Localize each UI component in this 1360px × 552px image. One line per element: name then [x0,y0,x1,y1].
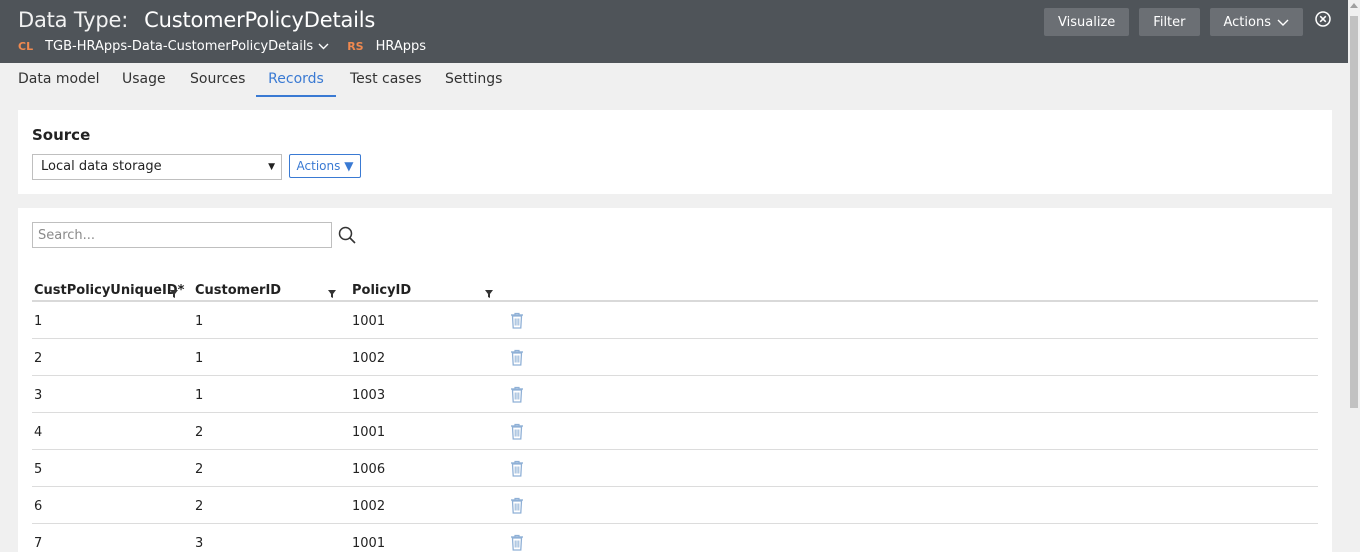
class-value: TGB-HRApps-Data-CustomerPolicyDetails [45,39,314,54]
filter-button[interactable]: Filter [1139,8,1200,36]
table-cell: 3 [195,536,204,551]
table-body: 1 1 1001 2 1 1002 3 1 1003 4 2 1001 5 2 1006 6 2 1002 7 3 10… [32,302,1318,552]
header-actions-label: Actions [1223,14,1272,30]
table-cell: 2 [34,351,43,366]
page-title: Data Type: CustomerPolicyDetails [18,8,375,32]
table-cell: 1002 [352,499,386,514]
table-row[interactable]: 4 2 1001 [32,413,1318,450]
meta-row: CL TGB-HRApps-Data-CustomerPolicyDetails… [18,39,426,54]
table-cell: 1001 [352,536,386,551]
table-cell: 1006 [352,462,386,477]
tab-settings[interactable]: Settings [445,63,502,97]
table-cell: 2 [195,462,204,477]
search-icon[interactable] [338,226,356,244]
ruleset-tag: RS [347,40,364,53]
source-title: Source [32,126,91,144]
scroll-up-icon[interactable] [1350,3,1358,8]
column-header-customerid[interactable]: CustomerID [195,283,281,298]
table-cell: 1002 [352,351,386,366]
table-cell: 1 [34,314,43,329]
table-row[interactable]: 7 3 1001 [32,524,1318,552]
table-cell: 1003 [352,388,386,403]
page-scrollbar[interactable] [1348,0,1360,552]
records-table: CustPolicyUniqueID* CustomerID PolicyID … [32,280,1318,552]
class-tag: CL [18,40,34,53]
ruleset-value[interactable]: HRApps [376,39,426,54]
filter-icon[interactable] [485,287,493,298]
visualize-button[interactable]: Visualize [1044,8,1130,36]
chevron-down-icon [318,39,329,54]
tab-sources[interactable]: Sources [190,63,245,97]
filter-icon[interactable] [170,287,178,298]
table-cell: 2 [195,499,204,514]
trash-icon[interactable] [510,534,524,551]
table-row[interactable]: 3 1 1003 [32,376,1318,413]
records-panel: CustPolicyUniqueID* CustomerID PolicyID … [18,208,1332,552]
title-name: CustomerPolicyDetails [144,8,376,32]
close-icon[interactable] [1313,9,1333,29]
table-cell: 1001 [352,425,386,440]
table-cell: 1 [195,351,204,366]
table-row[interactable]: 2 1 1002 [32,339,1318,376]
trash-icon[interactable] [510,386,524,403]
trash-icon[interactable] [510,349,524,366]
trash-icon[interactable] [510,423,524,440]
trash-icon[interactable] [510,460,524,477]
header-actions-button[interactable]: Actions [1209,8,1303,36]
table-cell: 4 [34,425,43,440]
table-cell: 1 [195,314,204,329]
search-input[interactable] [32,222,332,248]
tab-test-cases[interactable]: Test cases [350,63,422,97]
table-row[interactable]: 6 2 1002 [32,487,1318,524]
column-header-custpolicyuniqueid[interactable]: CustPolicyUniqueID* [34,283,184,298]
chevron-down-icon [1277,15,1289,30]
filter-label: Filter [1153,14,1186,30]
column-header-policyid[interactable]: PolicyID [352,283,411,298]
table-row[interactable]: 1 1 1001 [32,302,1318,339]
trash-icon[interactable] [510,497,524,514]
source-actions-button[interactable]: Actions ▼ [289,154,361,178]
tab-data-model[interactable]: Data model [18,63,99,97]
tab-records[interactable]: Records [256,63,336,97]
source-select-value: Local data storage [41,159,162,174]
scrollbar-thumb[interactable] [1350,16,1358,408]
table-header: CustPolicyUniqueID* CustomerID PolicyID [32,280,1318,302]
class-selector[interactable]: TGB-HRApps-Data-CustomerPolicyDetails [45,39,347,54]
tab-bar: Data model Usage Sources Records Test ca… [0,63,1348,97]
table-cell: 5 [34,462,43,477]
visualize-label: Visualize [1058,14,1116,30]
table-cell: 3 [34,388,43,403]
dropdown-arrow-icon: ▼ [268,162,275,172]
header-buttons: Visualize Filter Actions [1034,8,1333,36]
source-panel: Source Local data storage ▼ Actions ▼ [18,110,1332,194]
table-cell: 2 [195,425,204,440]
header-bar: Data Type: CustomerPolicyDetails CL TGB-… [0,0,1348,63]
tab-usage[interactable]: Usage [122,63,166,97]
table-row[interactable]: 5 2 1006 [32,450,1318,487]
filter-icon[interactable] [328,287,336,298]
table-cell: 6 [34,499,43,514]
table-cell: 1001 [352,314,386,329]
title-label: Data Type: [18,8,129,32]
table-cell: 7 [34,536,43,551]
source-select[interactable]: Local data storage ▼ [32,154,282,180]
trash-icon[interactable] [510,312,524,329]
table-cell: 1 [195,388,204,403]
